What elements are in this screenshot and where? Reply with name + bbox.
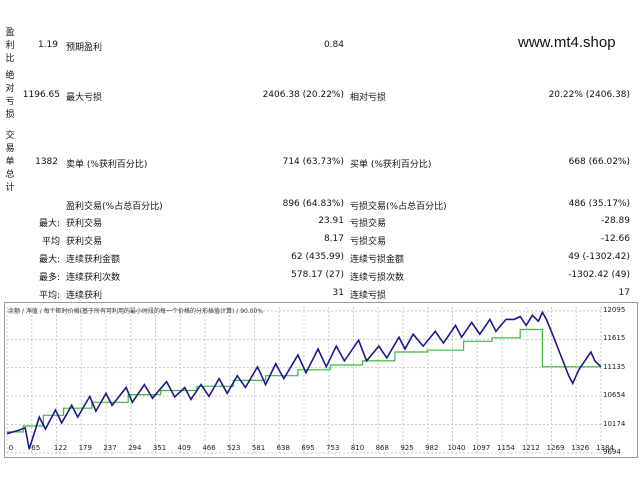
x-tick-label: 925 [400, 444, 414, 452]
row-value-left: 578.17 (27) [291, 270, 344, 280]
profit-trades-label: 盈利交易(%占总百分比) [66, 202, 163, 212]
balance-chart [6, 307, 602, 454]
chart-legend: 余额 / 净值 / 每个柜时价格(基于所有可利用的最小时段的每一个价格的分形插值… [8, 308, 264, 315]
row-label-right: 连续亏损 [350, 291, 387, 301]
row-label-right: 亏损交易 [350, 219, 387, 229]
y-tick-label: 12095 [603, 305, 626, 314]
row-value-left: 23.91 [318, 216, 344, 226]
x-tick-label: 1326 [571, 444, 590, 452]
x-tick-label: 351 [152, 444, 167, 452]
row-value-right: 49 (-1302.42) [568, 252, 630, 262]
x-tick-label: 294 [128, 444, 142, 452]
row-label-left: 连续获利次数 [66, 273, 121, 283]
row-prefix: 最大: [38, 255, 60, 265]
expected-payoff-value: 0.84 [323, 40, 344, 50]
short-positions-label: 卖单 (%获利百分比) [66, 160, 148, 170]
long-positions-value: 668 (66.02%) [568, 157, 630, 167]
x-tick-label: 466 [202, 444, 216, 452]
row-label-left: 连续获利 [66, 291, 103, 301]
section-label-0: 盈利比 [5, 28, 15, 64]
relative-drawdown-label: 相对亏损 [350, 93, 387, 103]
x-tick-label: 1154 [497, 444, 515, 452]
y-tick-label: 10654 [603, 391, 626, 400]
chart-panel [4, 302, 638, 458]
absolute-drawdown-value: 1196.65 [22, 90, 60, 100]
total-trades-value: 1382 [35, 157, 58, 167]
profit-factor-value: 1.19 [37, 40, 58, 50]
expected-payoff-label: 预期盈利 [66, 43, 103, 53]
row-label-right: 连续亏损金额 [350, 255, 405, 265]
x-tick-label: 982 [425, 444, 439, 452]
loss-trades-value: 486 (35.17%) [568, 199, 630, 209]
row-value-right: 17 [618, 288, 630, 298]
x-tick-label: 65 [31, 444, 41, 452]
x-tick-label: 695 [301, 444, 315, 452]
x-tick-label: 179 [78, 444, 92, 452]
x-tick-label: 1040 [447, 444, 466, 452]
x-tick-label: 122 [53, 444, 68, 452]
y-tick-label: 10174 [603, 419, 626, 428]
loss-trades-label: 亏损交易(%占总百分比) [350, 202, 447, 212]
row-value-right: -28.89 [600, 216, 630, 226]
row-prefix: 平均: [38, 291, 60, 301]
row-label-right: 连续亏损次数 [350, 273, 405, 283]
x-tick-label: 810 [350, 444, 365, 452]
x-tick-label: 1097 [472, 444, 491, 452]
relative-drawdown-value: 20.22% (2406.38) [548, 90, 630, 100]
row-value-right: -12.66 [600, 234, 630, 244]
max-drawdown-value: 2406.38 (20.22%) [262, 90, 344, 100]
x-tick-label: 237 [103, 444, 117, 452]
x-tick-label: 1212 [521, 444, 540, 452]
row-value-right: -1302.42 (49) [568, 270, 630, 280]
row-prefix: 最大: [38, 219, 60, 229]
long-positions-label: 买单 (%获利百分比) [350, 160, 432, 170]
row-prefix: 平均 [41, 237, 60, 247]
profit-trades-value: 896 (64.83%) [282, 199, 344, 209]
x-tick-label: 638 [276, 444, 290, 452]
watermark: www.mt4.shop [518, 34, 616, 51]
x-tick-label: 0 [8, 444, 14, 452]
x-tick-label: 868 [375, 444, 389, 452]
x-tick-label: 409 [177, 444, 191, 452]
y-tick-label: 11615 [603, 334, 626, 343]
row-label-left: 获利交易 [66, 219, 103, 229]
row-value-left: 8.17 [323, 234, 344, 244]
row-label-right: 亏损交易 [350, 237, 387, 247]
row-label-left: 连续获利金额 [66, 255, 121, 265]
x-tick-label: 1269 [546, 444, 565, 452]
x-tick-label: 753 [326, 444, 340, 452]
y-tick-label: 9694 [603, 448, 621, 456]
short-positions-value: 714 (63.73%) [282, 157, 344, 167]
row-label-left: 获利交易 [66, 237, 103, 247]
row-prefix: 最多: [38, 273, 60, 283]
section-label-2: 交易单总计 [5, 131, 15, 193]
section-label-1: 绝对亏损 [5, 71, 15, 120]
row-value-left: 31 [332, 288, 344, 298]
x-tick-label: 581 [251, 444, 266, 452]
row-value-left: 62 (435.99) [291, 252, 344, 262]
y-tick-label: 11135 [603, 362, 626, 371]
x-tick-label: 523 [227, 444, 241, 452]
max-drawdown-label: 最大亏损 [66, 93, 103, 103]
